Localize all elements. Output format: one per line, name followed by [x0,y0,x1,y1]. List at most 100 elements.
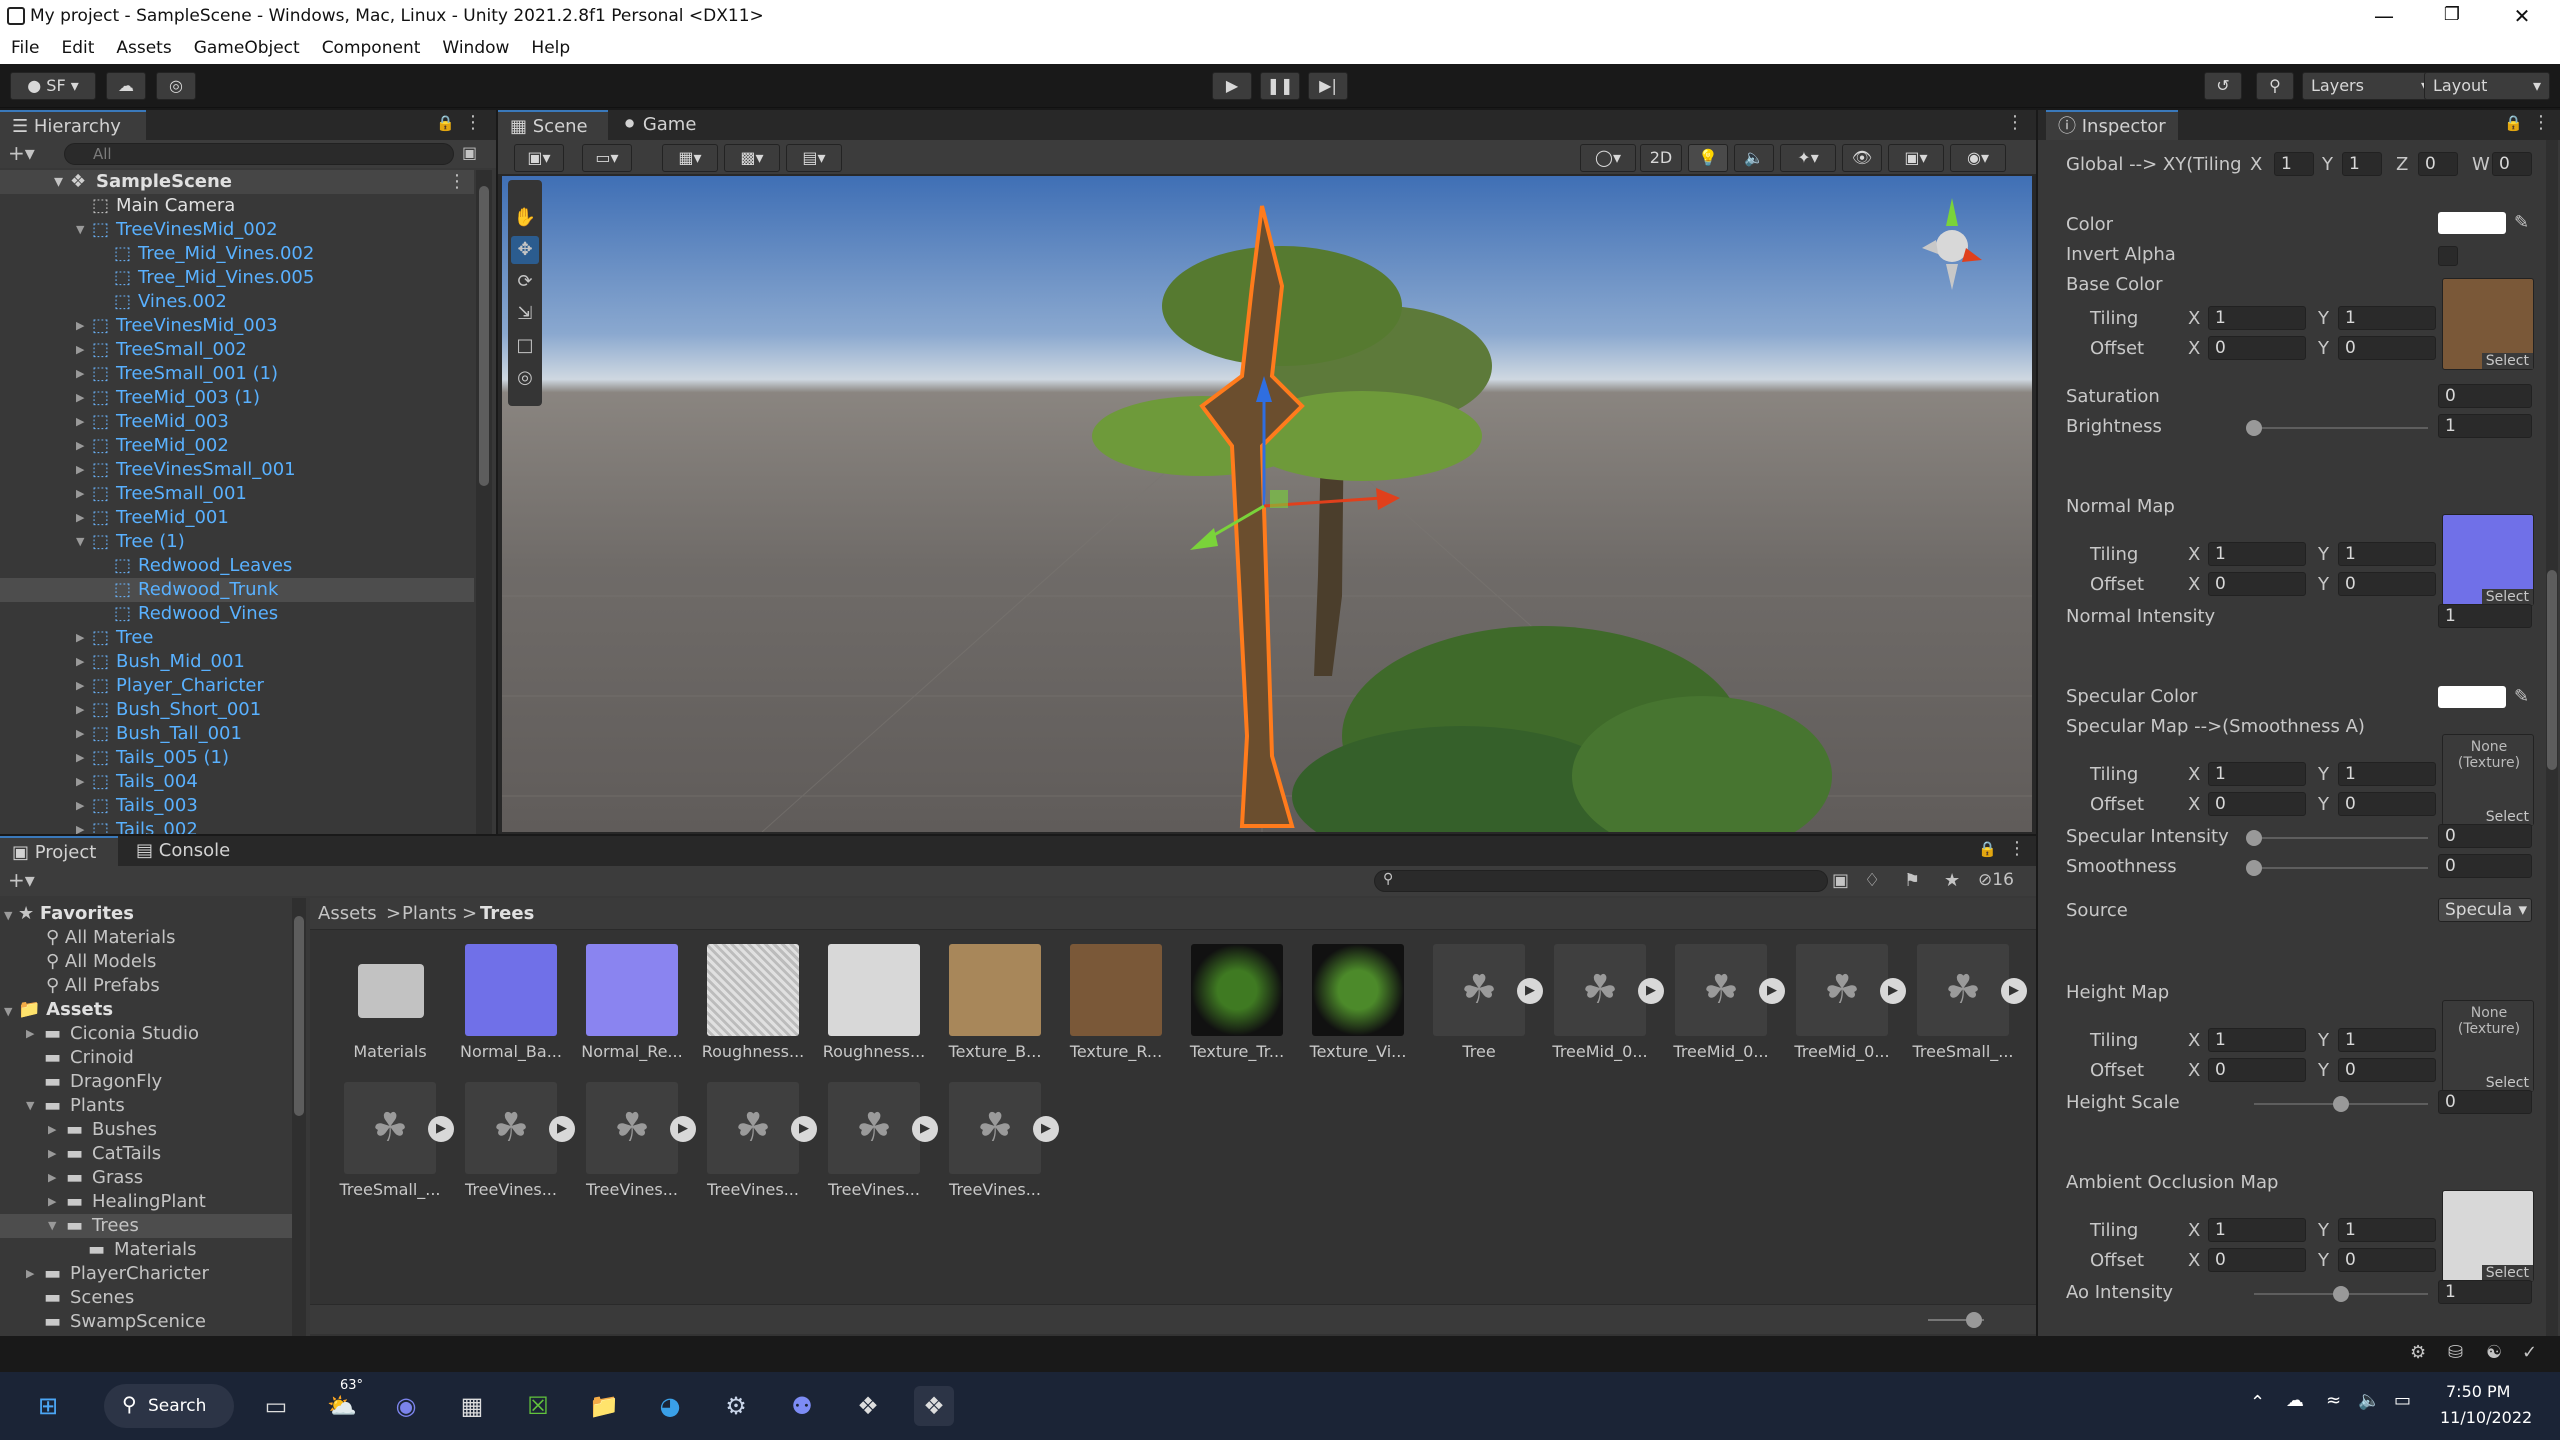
ao-map-texture[interactable]: Select [2442,1190,2534,1282]
hierarchy-item[interactable]: ▶ ⬚ TreeMid_003 (1) [0,386,474,410]
tab-project[interactable]: ▣ Project [0,836,118,866]
menu-assets[interactable]: Assets [105,34,182,58]
scene-row[interactable]: ▾ ❖ SampleScene ⋮ [0,170,474,194]
pause-button[interactable]: ❚❚ [1260,72,1300,100]
hierarchy-item[interactable]: ⬚ Main Camera [0,194,474,218]
asset-item[interactable]: ☘ TreeMid_0... [1552,944,1648,1061]
chevron-right-icon[interactable]: ▶ [76,482,90,506]
menu-help[interactable]: Help [520,34,581,58]
effects-icon[interactable]: ✦▾ [1780,144,1836,172]
menu-window[interactable]: Window [431,34,520,58]
tiling-x-field[interactable]: 1 [2208,762,2306,786]
expand-prefab-icon[interactable]: ▶ [1759,978,1785,1004]
chevron-right-icon[interactable]: ▶ [76,698,90,722]
transform-tool-icon[interactable]: ◎ [511,364,539,392]
chevron-right-icon[interactable]: ▶ [76,770,90,794]
tiling-y-field[interactable]: 1 [2338,1218,2436,1242]
asset-item[interactable]: ☘ TreeVines... [707,1082,799,1199]
cloud-icon[interactable]: ☁ [106,72,146,100]
label-icon[interactable]: ⚑ [1904,870,1920,891]
brightness-slider-knob[interactable] [2246,420,2262,436]
folder-item[interactable]: ▬ SwampScenice [0,1310,292,1334]
favorite-item[interactable]: ⚲ All Prefabs [46,974,160,998]
folder-item[interactable]: ▶ ▬ CatTails [0,1142,292,1166]
chevron-up-icon[interactable]: ⌃ [2250,1392,2265,1413]
asset-item[interactable]: ☘ TreeMid_0... [1794,944,1890,1061]
offset-y-field[interactable]: 0 [2338,792,2436,816]
task-view-icon[interactable]: ▭ [256,1386,296,1426]
kebab-menu-icon[interactable]: ⋮ [464,112,482,133]
gizmos-icon[interactable]: ◉▾ [1950,144,2006,172]
grid-snap-icon[interactable]: ▦▾ [662,144,718,172]
chevron-right-icon[interactable]: ▶ [48,1142,62,1166]
global-w-field[interactable]: 0 [2492,152,2532,176]
chevron-right-icon[interactable]: ▶ [76,410,90,434]
folder-item[interactable]: ▬ Scenes [0,1286,292,1310]
offset-y-field[interactable]: 0 [2338,1248,2436,1272]
expand-prefab-icon[interactable]: ▶ [2001,978,2027,1004]
expand-prefab-icon[interactable]: ▶ [549,1116,575,1142]
scale-tool-icon[interactable]: ⇲ [511,300,539,328]
select-texture-button[interactable]: Select [2481,809,2533,825]
check-icon[interactable]: ✓ [2522,1342,2537,1363]
select-texture-button[interactable]: Select [2481,353,2533,369]
expand-prefab-icon[interactable]: ▶ [1517,978,1543,1004]
teams-chat-icon[interactable]: ◉ [386,1386,426,1426]
hierarchy-item[interactable]: ▶ ⬚ Bush_Mid_001 [0,650,474,674]
folder-item[interactable]: ▶ ▬ Ciconia Studio [0,1022,292,1046]
ao-intensity-knob[interactable] [2333,1286,2349,1302]
maximize-icon[interactable]: ❐ [2432,4,2472,30]
asset-item[interactable]: Roughness... [702,944,804,1061]
offset-y-field[interactable]: 0 [2338,1058,2436,1082]
chevron-right-icon[interactable]: ▶ [76,338,90,362]
kebab-menu-icon[interactable]: ⋮ [2006,112,2024,133]
star-icon[interactable]: ★ [1944,870,1960,891]
menu-gameobject[interactable]: GameObject [183,34,311,58]
cache-icon[interactable]: ⛁ [2448,1342,2463,1363]
smoothness-slider[interactable] [2254,867,2428,869]
favorites-header[interactable]: ▼ ★ Favorites [4,902,134,926]
shading-icon[interactable]: ▭▾ [582,144,632,172]
chevron-down-icon[interactable]: ▼ [76,530,90,554]
hierarchy-item[interactable]: ▶ ⬚ TreeMid_001 [0,506,474,530]
asset-item[interactable]: Texture_Vi... [1310,944,1406,1061]
lock-icon[interactable]: 🔒 [1978,840,1997,858]
hierarchy-item[interactable]: ▶ ⬚ Tails_003 [0,794,474,818]
height-scale-knob[interactable] [2333,1096,2349,1112]
chevron-right-icon[interactable]: ▶ [76,746,90,770]
kebab-menu-icon[interactable]: ⋮ [2008,838,2026,859]
asset-item[interactable]: Texture_R... [1070,944,1162,1061]
folder-item[interactable]: ▶ ▬ Bushes [0,1118,292,1142]
select-texture-button[interactable]: Select [2481,1075,2533,1091]
hierarchy-item[interactable]: ▶ ⬚ TreeSmall_002 [0,338,474,362]
tab-console[interactable]: ▤ Console [124,836,254,866]
scrollbar-thumb[interactable] [479,186,489,486]
chevron-right-icon[interactable]: ▶ [76,458,90,482]
color-swatch[interactable] [2438,212,2506,234]
expand-prefab-icon[interactable]: ▶ [791,1116,817,1142]
hierarchy-item[interactable]: ▶ ⬚ Tails_004 [0,770,474,794]
tab-game[interactable]: ⚫ Game [610,110,710,140]
hierarchy-item[interactable]: ⬚ Redwood_Trunk [0,578,474,602]
chevron-right-icon[interactable]: ▶ [76,722,90,746]
chevron-right-icon[interactable]: ▶ [76,314,90,338]
invert-alpha-checkbox[interactable] [2438,246,2458,266]
chevron-right-icon[interactable]: ▶ [26,1022,40,1046]
brightness-field[interactable]: 1 [2438,414,2532,438]
scene-camera-icon[interactable]: ◯▾ [1580,144,1636,172]
minimize-icon[interactable]: — [2364,4,2404,30]
onedrive-icon[interactable]: ☁ [2286,1390,2304,1411]
chevron-right-icon[interactable]: ▶ [26,1262,40,1286]
folder-item[interactable]: ▼ ▬ Trees [0,1214,292,1238]
hierarchy-item[interactable]: ▶ ⬚ Bush_Tall_001 [0,722,474,746]
expand-prefab-icon[interactable]: ▶ [428,1116,454,1142]
specular-intensity-field[interactable]: 0 [2438,824,2532,848]
tiling-x-field[interactable]: 1 [2208,1218,2306,1242]
kebab-menu-icon[interactable]: ⋮ [448,170,466,194]
kebab-menu-icon[interactable]: ⋮ [2532,112,2550,133]
volume-icon[interactable]: 🔈 [2358,1390,2380,1411]
folder-item[interactable]: ▶ ▬ Grass [0,1166,292,1190]
hierarchy-item[interactable]: ⬚ Tree_Mid_Vines.005 [0,266,474,290]
unity-hub-icon[interactable]: ❖ [848,1386,888,1426]
collab-icon[interactable]: ◎ [156,72,196,100]
